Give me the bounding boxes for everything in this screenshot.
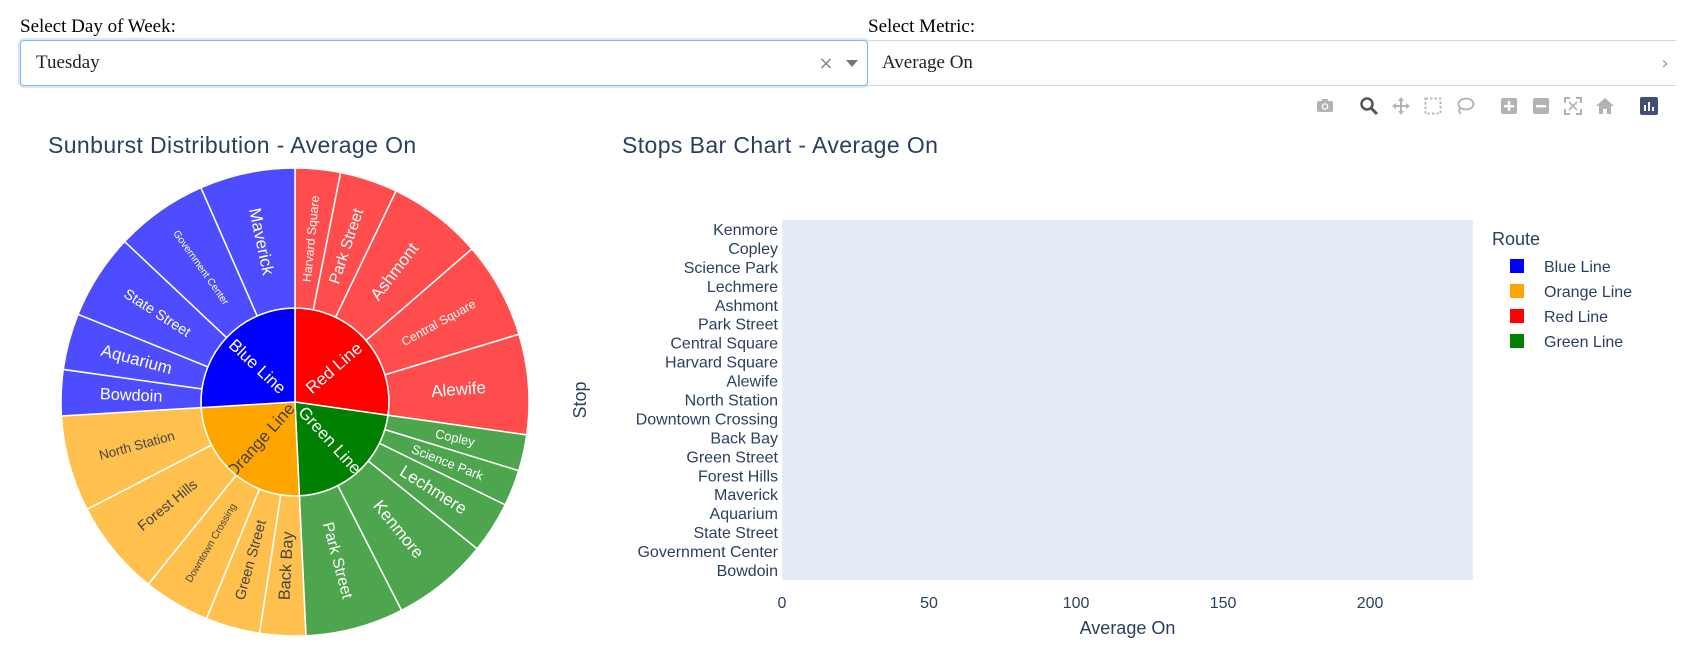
legend-item-blue-line[interactable]: Blue Line	[1544, 259, 1611, 276]
y-tick-labels: Bowdoin Government Center State Street Aqua…	[636, 222, 779, 580]
y-tick-label: Park Street	[698, 317, 779, 334]
legend-item-orange-line[interactable]: Orange Line	[1544, 284, 1632, 301]
plot-area	[782, 220, 1473, 580]
y-tick-label: Science Park	[684, 260, 779, 277]
y-tick-label: Maverick	[714, 487, 779, 504]
sunburst-chart[interactable]: Red LineHarvard Square Park Street Ashmont…	[60, 167, 530, 637]
x-tick-label: 150	[1210, 595, 1237, 612]
x-axis-title: Average On	[1080, 618, 1176, 638]
legend-item-green-line[interactable]: Green Line	[1544, 334, 1623, 351]
y-tick-label: Harvard Square	[665, 355, 778, 372]
y-tick-label: State Street	[694, 525, 779, 542]
y-tick-label: Green Street	[686, 449, 778, 466]
y-tick-label: Bowdoin	[717, 563, 778, 580]
y-tick-label: Downtown Crossing	[636, 411, 778, 428]
x-tick-label: 100	[1063, 595, 1090, 612]
y-tick-label: Lechmere	[707, 279, 778, 296]
y-tick-label: Forest Hills	[698, 468, 778, 485]
legend-title: Route	[1492, 229, 1540, 249]
legend[interactable]: Route Blue Line Orange Line Red Line Green …	[1492, 229, 1632, 351]
x-tick-label: 0	[778, 595, 787, 612]
y-tick-label: Back Bay	[710, 430, 778, 447]
charts-canvas: Red Line Harvard Square Park Street Ashmont…	[60, 167, 1632, 638]
legend-item-red-line[interactable]: Red Line	[1544, 309, 1608, 326]
sunburst-label: Bowdoin	[100, 385, 163, 405]
y-tick-label: Ashmont	[715, 298, 779, 315]
legend-swatch-red-line[interactable]	[1510, 309, 1524, 323]
y-axis-title: Stop	[570, 381, 590, 418]
y-tick-label: Aquarium	[710, 506, 778, 523]
x-tick-label: 50	[920, 595, 938, 612]
y-tick-label: Central Square	[670, 336, 778, 353]
y-tick-label: Alewife	[726, 374, 778, 391]
sunburst-label: Back Bay	[276, 530, 298, 600]
x-tick-label: 200	[1357, 595, 1384, 612]
y-tick-label: Kenmore	[713, 222, 778, 239]
legend-swatch-green-line[interactable]	[1510, 334, 1524, 348]
x-tick-labels: 0 50 100 150 200	[778, 595, 1384, 612]
y-tick-label: Government Center	[637, 544, 778, 561]
legend-swatch-blue-line[interactable]	[1510, 259, 1524, 273]
y-tick-label: Copley	[728, 241, 778, 258]
bar-chart[interactable]: Bowdoin Government Center State Street Aqua…	[570, 220, 1473, 638]
y-tick-label: North Station	[685, 393, 778, 410]
legend-swatch-orange-line[interactable]	[1510, 284, 1524, 298]
